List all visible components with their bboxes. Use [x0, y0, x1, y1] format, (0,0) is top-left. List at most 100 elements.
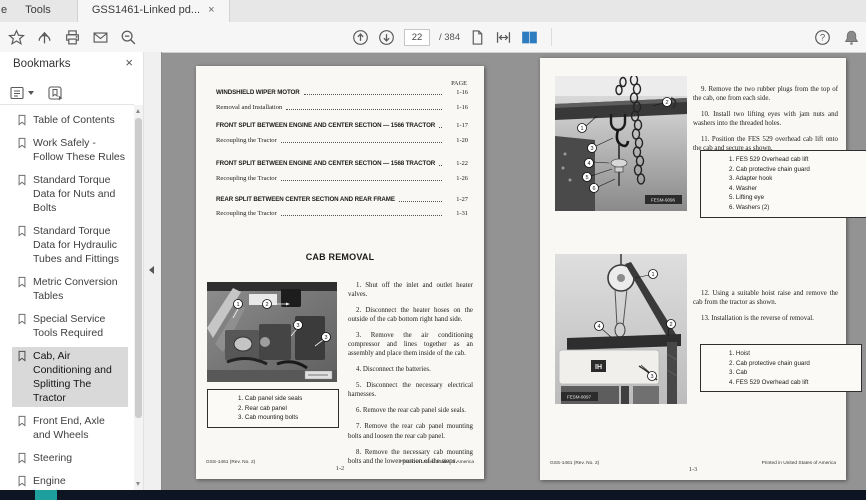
footer-page-number: 1-2: [335, 465, 345, 472]
toc-leader: [280, 142, 442, 143]
bookmark-label: Table of Contents: [33, 114, 115, 126]
toc-row: FRONT SPLIT BETWEEN ENGINE AND CENTER SE…: [216, 160, 468, 167]
scrollbar-thumb[interactable]: [135, 118, 142, 419]
fit-width-icon[interactable]: [495, 29, 512, 46]
bookmark-flag-icon: [18, 276, 26, 288]
bookmark-flag-icon: [18, 415, 26, 427]
step-paragraph: 2. Disconnect the heater hoses on the ou…: [348, 307, 473, 324]
chevron-down-icon: [28, 91, 34, 95]
toolbar-page-nav-group: / 384: [352, 22, 553, 52]
previous-page-icon[interactable]: [352, 29, 369, 46]
collapse-panel-icon[interactable]: [149, 266, 154, 274]
tab-home-partial[interactable]: e: [0, 0, 11, 22]
bookmark-label: Metric Conversion Tables: [33, 276, 118, 302]
callout-3: 3: [293, 320, 303, 330]
step-paragraph: 10. Install two lifting eyes with jam nu…: [693, 111, 838, 128]
step-paragraph: 1. Shut off the inlet and outlet heater …: [348, 281, 473, 298]
toolbar-divider: [551, 28, 553, 46]
callout-6: 6: [589, 183, 599, 193]
toc-leader: [286, 109, 442, 110]
toc-pageno: 1-26: [456, 175, 468, 182]
toc-leader: [280, 180, 442, 181]
toc-pageno: 1-20: [456, 137, 468, 144]
bookmark-item-selected[interactable]: Cab, Air Conditioning and Splitting The …: [12, 347, 128, 407]
scroll-up-icon[interactable]: [136, 109, 140, 113]
pdf-page-left: PAGE WINDSHIELD WIPER MOTOR 1-16 Removal…: [196, 66, 484, 479]
svg-text:IH: IH: [595, 364, 602, 371]
toc-pageno: 1-22: [456, 160, 468, 167]
toc-row: REAR SPLIT BETWEEN CENTER SECTION AND RE…: [216, 196, 468, 203]
toc-row: Recoupling the Tractor 1-26: [216, 175, 468, 182]
scroll-down-icon[interactable]: [136, 482, 140, 486]
two-page-view-icon[interactable]: [521, 29, 538, 46]
bookmark-item[interactable]: Front End, Axle and Wheels: [12, 412, 128, 444]
callout-number: 3: [296, 323, 299, 329]
toc-pageno: 1-17: [456, 122, 468, 129]
close-tab-icon[interactable]: ×: [208, 5, 214, 16]
figure-legend-box: 1. Cab panel side seals 2. Rear cab pane…: [207, 389, 339, 428]
step-paragraph: 4. Disconnect the batteries.: [356, 366, 431, 374]
bookmark-label: Steering: [33, 452, 73, 464]
bookmark-item[interactable]: Steering: [12, 449, 128, 467]
tab-document[interactable]: GSS1461-Linked pd... ×: [76, 0, 230, 22]
bookmark-item[interactable]: Standard Torque Data for Hydraulic Tubes…: [12, 222, 128, 268]
callout-1: 1: [648, 269, 658, 279]
callout-3: 3: [587, 143, 597, 153]
callout-number: 3: [590, 146, 593, 152]
find-current-bookmark-button[interactable]: [48, 85, 64, 101]
tab-document-label: GSS1461-Linked pd...: [91, 4, 201, 16]
cab-figure-column: 1 2 3 3 1. Cab panel side seals 2. Rear …: [207, 282, 339, 428]
bookmark-label: Cab, Air Conditioning and Splitting The …: [33, 350, 112, 404]
toc-row: Recoupling the Tractor 1-20: [216, 137, 468, 144]
legend-item: 3. Adapter hook: [729, 175, 773, 183]
bookmark-flag-icon: [18, 452, 26, 464]
toc-label: Recoupling the Tractor: [216, 210, 277, 217]
bookmark-item[interactable]: Work Safely - Follow These Rules: [12, 134, 128, 166]
bookmark-flag-icon: [18, 350, 26, 362]
footer-printed-note: Printed in United States of America: [399, 460, 474, 465]
share-upload-icon[interactable]: [36, 29, 53, 46]
photo-id-text: FESM-9096: [651, 198, 676, 203]
bookmark-label: Front End, Axle and Wheels: [33, 415, 105, 441]
page-number-input[interactable]: [404, 28, 430, 46]
overhead-lift-photo: 2 1 3 4 5 6 FESM-9096: [555, 76, 687, 211]
bookmark-item[interactable]: Table of Contents: [12, 111, 128, 129]
legend-item: 6. Washers (2): [729, 204, 770, 212]
bookmark-item[interactable]: Special Service Tools Required: [12, 310, 128, 342]
email-icon[interactable]: [92, 29, 109, 46]
toolbar-right-group: ?: [814, 22, 860, 52]
bookmark-options-button[interactable]: [10, 86, 34, 100]
single-page-view-icon[interactable]: [469, 29, 486, 46]
toc-leader: [439, 127, 442, 128]
bookmark-item[interactable]: Metric Conversion Tables: [12, 273, 128, 305]
toc-row: Recoupling the Tractor 1-31: [216, 210, 468, 217]
legend-item: 2. Cab protective chain guard: [729, 359, 810, 367]
bookmark-flag-icon: [18, 313, 26, 325]
callout-number: 1: [580, 126, 583, 132]
callout-number: 2: [669, 322, 672, 328]
help-icon[interactable]: ?: [814, 29, 831, 46]
legend-item: 4. FES 529 Overhead cab lift: [729, 378, 809, 386]
callout-number: 3: [324, 335, 327, 341]
bookmark-flag-icon: [18, 137, 26, 149]
print-icon[interactable]: [64, 29, 81, 46]
star-icon[interactable]: [8, 28, 25, 46]
bookmark-flag-icon: [18, 475, 26, 487]
next-page-icon[interactable]: [378, 29, 395, 46]
callout-number: 3: [650, 374, 653, 380]
notifications-bell-icon[interactable]: [843, 29, 860, 46]
steps-12-13: 12. Using a suitable hoist raise and rem…: [693, 282, 838, 328]
close-panel-icon[interactable]: ×: [125, 56, 133, 70]
bookmarks-header: Bookmarks ×: [0, 52, 143, 78]
zoom-out-icon[interactable]: [120, 29, 137, 46]
bookmark-flag-icon: [18, 225, 26, 237]
bookmark-item[interactable]: Engine: [12, 472, 128, 490]
toc-label: FRONT SPLIT BETWEEN ENGINE AND CENTER SE…: [216, 160, 436, 167]
bookmark-item[interactable]: Standard Torque Data for Nuts and Bolts: [12, 171, 128, 217]
callout-5: 5: [582, 172, 592, 182]
bookmark-label: Standard Torque Data for Hydraulic Tubes…: [33, 225, 119, 265]
tab-tools[interactable]: Tools: [11, 0, 65, 22]
panel-splitter[interactable]: [143, 52, 162, 490]
sidebar-scrollbar[interactable]: [134, 105, 143, 490]
callout-1: 1: [233, 299, 243, 309]
